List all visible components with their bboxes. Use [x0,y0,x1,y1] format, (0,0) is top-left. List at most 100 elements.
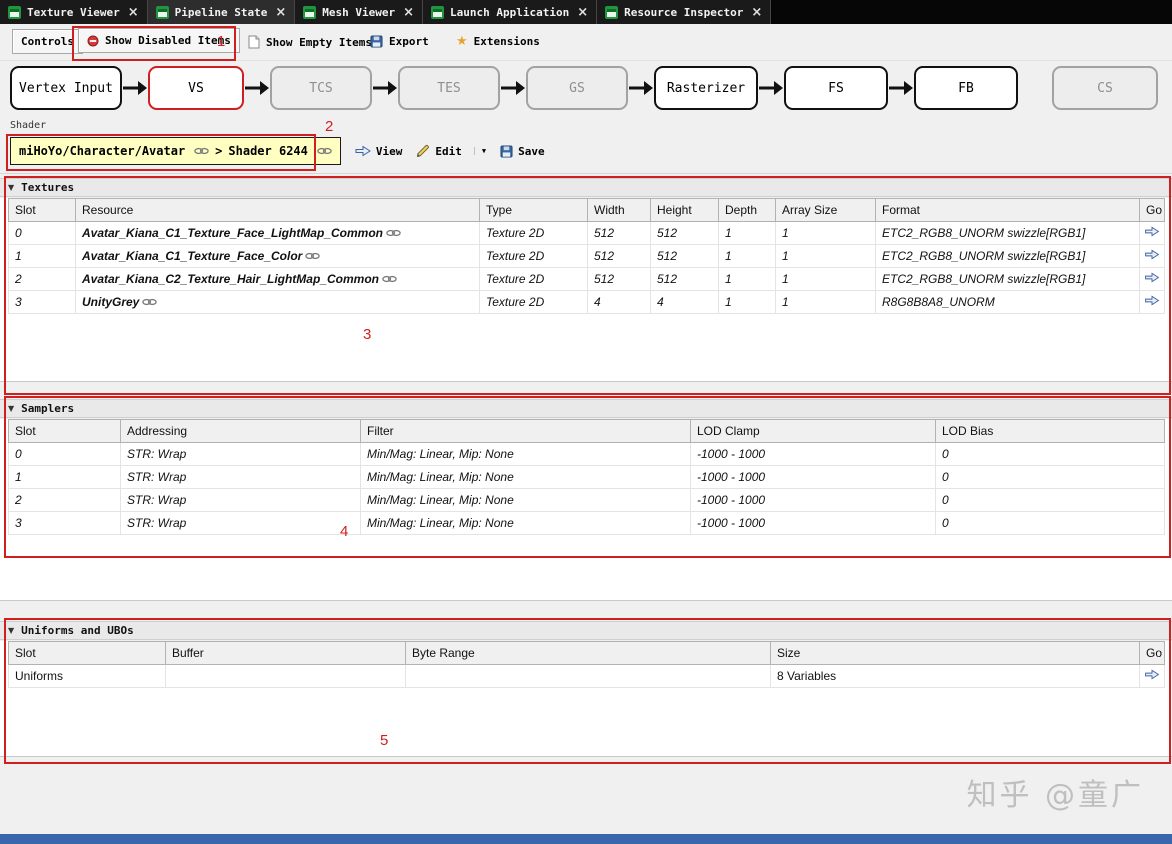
table-row[interactable]: 1 Avatar_Kiana_C1_Texture_Face_Color Tex… [8,244,1165,268]
edit-shader-button[interactable]: Edit ▼ [416,144,486,158]
collapse-triangle-icon[interactable]: ▼ [8,404,14,413]
col-type[interactable]: Type [479,198,588,222]
stage-vertex-input[interactable]: Vertex Input [10,66,122,110]
close-icon[interactable]: × [751,6,762,19]
uniforms-section-header[interactable]: ▼ Uniforms and UBOs [0,621,1172,640]
table-row[interactable]: 1 STR: Wrap Min/Mag: Linear, Mip: None -… [8,465,1165,489]
close-icon[interactable]: × [403,6,414,19]
tab-label: Texture Viewer [27,5,120,19]
tab-launch-application[interactable]: Launch Application × [423,0,598,24]
col-filter[interactable]: Filter [360,419,691,443]
link-icon[interactable] [382,274,397,284]
stage-label: Vertex Input [19,80,113,96]
format-cell: R8G8B8A8_UNORM [875,290,1140,314]
stage-fb[interactable]: FB [914,66,1018,110]
stage-label: VS [188,80,204,96]
col-slot[interactable]: Slot [8,641,166,665]
stage-cs[interactable]: CS [1052,66,1158,110]
link-icon[interactable] [142,297,157,307]
col-addressing[interactable]: Addressing [120,419,361,443]
table-row[interactable]: 0 STR: Wrap Min/Mag: Linear, Mip: None -… [8,442,1165,466]
stage-tcs[interactable]: TCS [270,66,372,110]
shader-path-link[interactable]: miHoYo/Character/Avatar [19,144,185,158]
tab-pipeline-state[interactable]: Pipeline State × [147,0,296,24]
col-width[interactable]: Width [587,198,651,222]
view-arrow-icon [355,145,371,157]
height-cell: 512 [650,244,719,268]
tab-mesh-viewer[interactable]: Mesh Viewer × [295,0,424,24]
col-resource[interactable]: Resource [75,198,480,222]
go-arrow-icon[interactable] [1144,272,1160,283]
col-go[interactable]: Go [1139,198,1165,222]
type-cell: Texture 2D [479,290,588,314]
controls-button[interactable]: Controls [12,29,83,54]
app-window-icon [155,5,169,19]
tab-texture-viewer[interactable]: Texture Viewer × [0,0,148,24]
col-slot[interactable]: Slot [8,198,76,222]
close-icon[interactable]: × [577,6,588,19]
table-row[interactable]: 0 Avatar_Kiana_C1_Texture_Face_LightMap_… [8,221,1165,245]
col-array-size[interactable]: Array Size [775,198,876,222]
view-shader-button[interactable]: View [355,145,402,158]
textures-section-title: Textures [21,181,75,194]
col-buffer[interactable]: Buffer [165,641,406,665]
col-lod-clamp[interactable]: LOD Clamp [690,419,936,443]
stage-vs[interactable]: VS [148,66,244,110]
show-disabled-items-button[interactable]: Show Disabled Items [78,28,240,53]
stage-label: FB [958,80,974,96]
link-icon[interactable] [386,228,401,238]
col-format[interactable]: Format [875,198,1140,222]
stage-label: TES [437,80,461,96]
stage-rasterizer[interactable]: Rasterizer [654,66,758,110]
close-icon[interactable]: × [275,6,286,19]
stage-tes[interactable]: TES [398,66,500,110]
go-arrow-icon[interactable] [1144,669,1160,680]
slot-cell: 2 [8,267,76,291]
link-icon[interactable] [317,146,332,156]
table-row[interactable]: 3 STR: Wrap Min/Mag: Linear, Mip: None -… [8,511,1165,535]
slot-cell: 1 [8,465,121,489]
shader-name-link[interactable]: Shader 6244 [228,144,307,158]
controls-label: Controls [21,35,74,48]
uniforms-panel: Slot Buffer Byte Range Size Go Uniforms … [0,641,1172,757]
show-empty-items-button[interactable]: Show Empty Items [240,30,380,54]
lod-clamp-cell: -1000 - 1000 [690,511,936,535]
resource-cell: Avatar_Kiana_C1_Texture_Face_LightMap_Co… [75,221,480,245]
lod-bias-cell: 0 [935,488,1165,512]
addressing-cell: STR: Wrap [120,442,361,466]
chevron-down-icon[interactable]: ▼ [473,147,486,155]
save-shader-button[interactable]: Save [500,145,545,158]
link-icon[interactable] [305,251,320,261]
col-byte-range[interactable]: Byte Range [405,641,771,665]
col-slot[interactable]: Slot [8,419,121,443]
table-row[interactable]: 3 UnityGrey Texture 2D 4 4 1 1 R8G8B8A8_… [8,290,1165,314]
flow-arrow-icon [500,66,526,110]
stage-fs[interactable]: FS [784,66,888,110]
textures-section-header[interactable]: ▼ Textures [0,178,1172,197]
go-arrow-icon[interactable] [1144,249,1160,260]
table-row[interactable]: 2 STR: Wrap Min/Mag: Linear, Mip: None -… [8,488,1165,512]
extensions-button[interactable]: ★ Extensions [448,30,548,53]
col-lod-bias[interactable]: LOD Bias [935,419,1165,443]
table-row[interactable]: 2 Avatar_Kiana_C2_Texture_Hair_LightMap_… [8,267,1165,291]
stage-gs[interactable]: GS [526,66,628,110]
col-depth[interactable]: Depth [718,198,776,222]
go-arrow-icon[interactable] [1144,295,1160,306]
collapse-triangle-icon[interactable]: ▼ [8,183,14,192]
close-icon[interactable]: × [128,6,139,19]
format-cell: ETC2_RGB8_UNORM swizzle[RGB1] [875,244,1140,268]
col-height[interactable]: Height [650,198,719,222]
collapse-triangle-icon[interactable]: ▼ [8,626,14,635]
link-icon[interactable] [194,146,209,156]
go-arrow-icon[interactable] [1144,226,1160,237]
col-size[interactable]: Size [770,641,1140,665]
export-button[interactable]: Export [362,30,437,53]
tab-resource-inspector[interactable]: Resource Inspector × [597,0,772,24]
samplers-section-header[interactable]: ▼ Samplers [0,399,1172,418]
table-header-row: Slot Buffer Byte Range Size Go [8,641,1165,665]
lod-bias-cell: 0 [935,442,1165,466]
col-go[interactable]: Go [1139,641,1165,665]
table-row[interactable]: Uniforms 8 Variables [8,664,1165,688]
disabled-ban-icon [87,35,99,47]
annotation-number-2: 2 [325,118,334,135]
